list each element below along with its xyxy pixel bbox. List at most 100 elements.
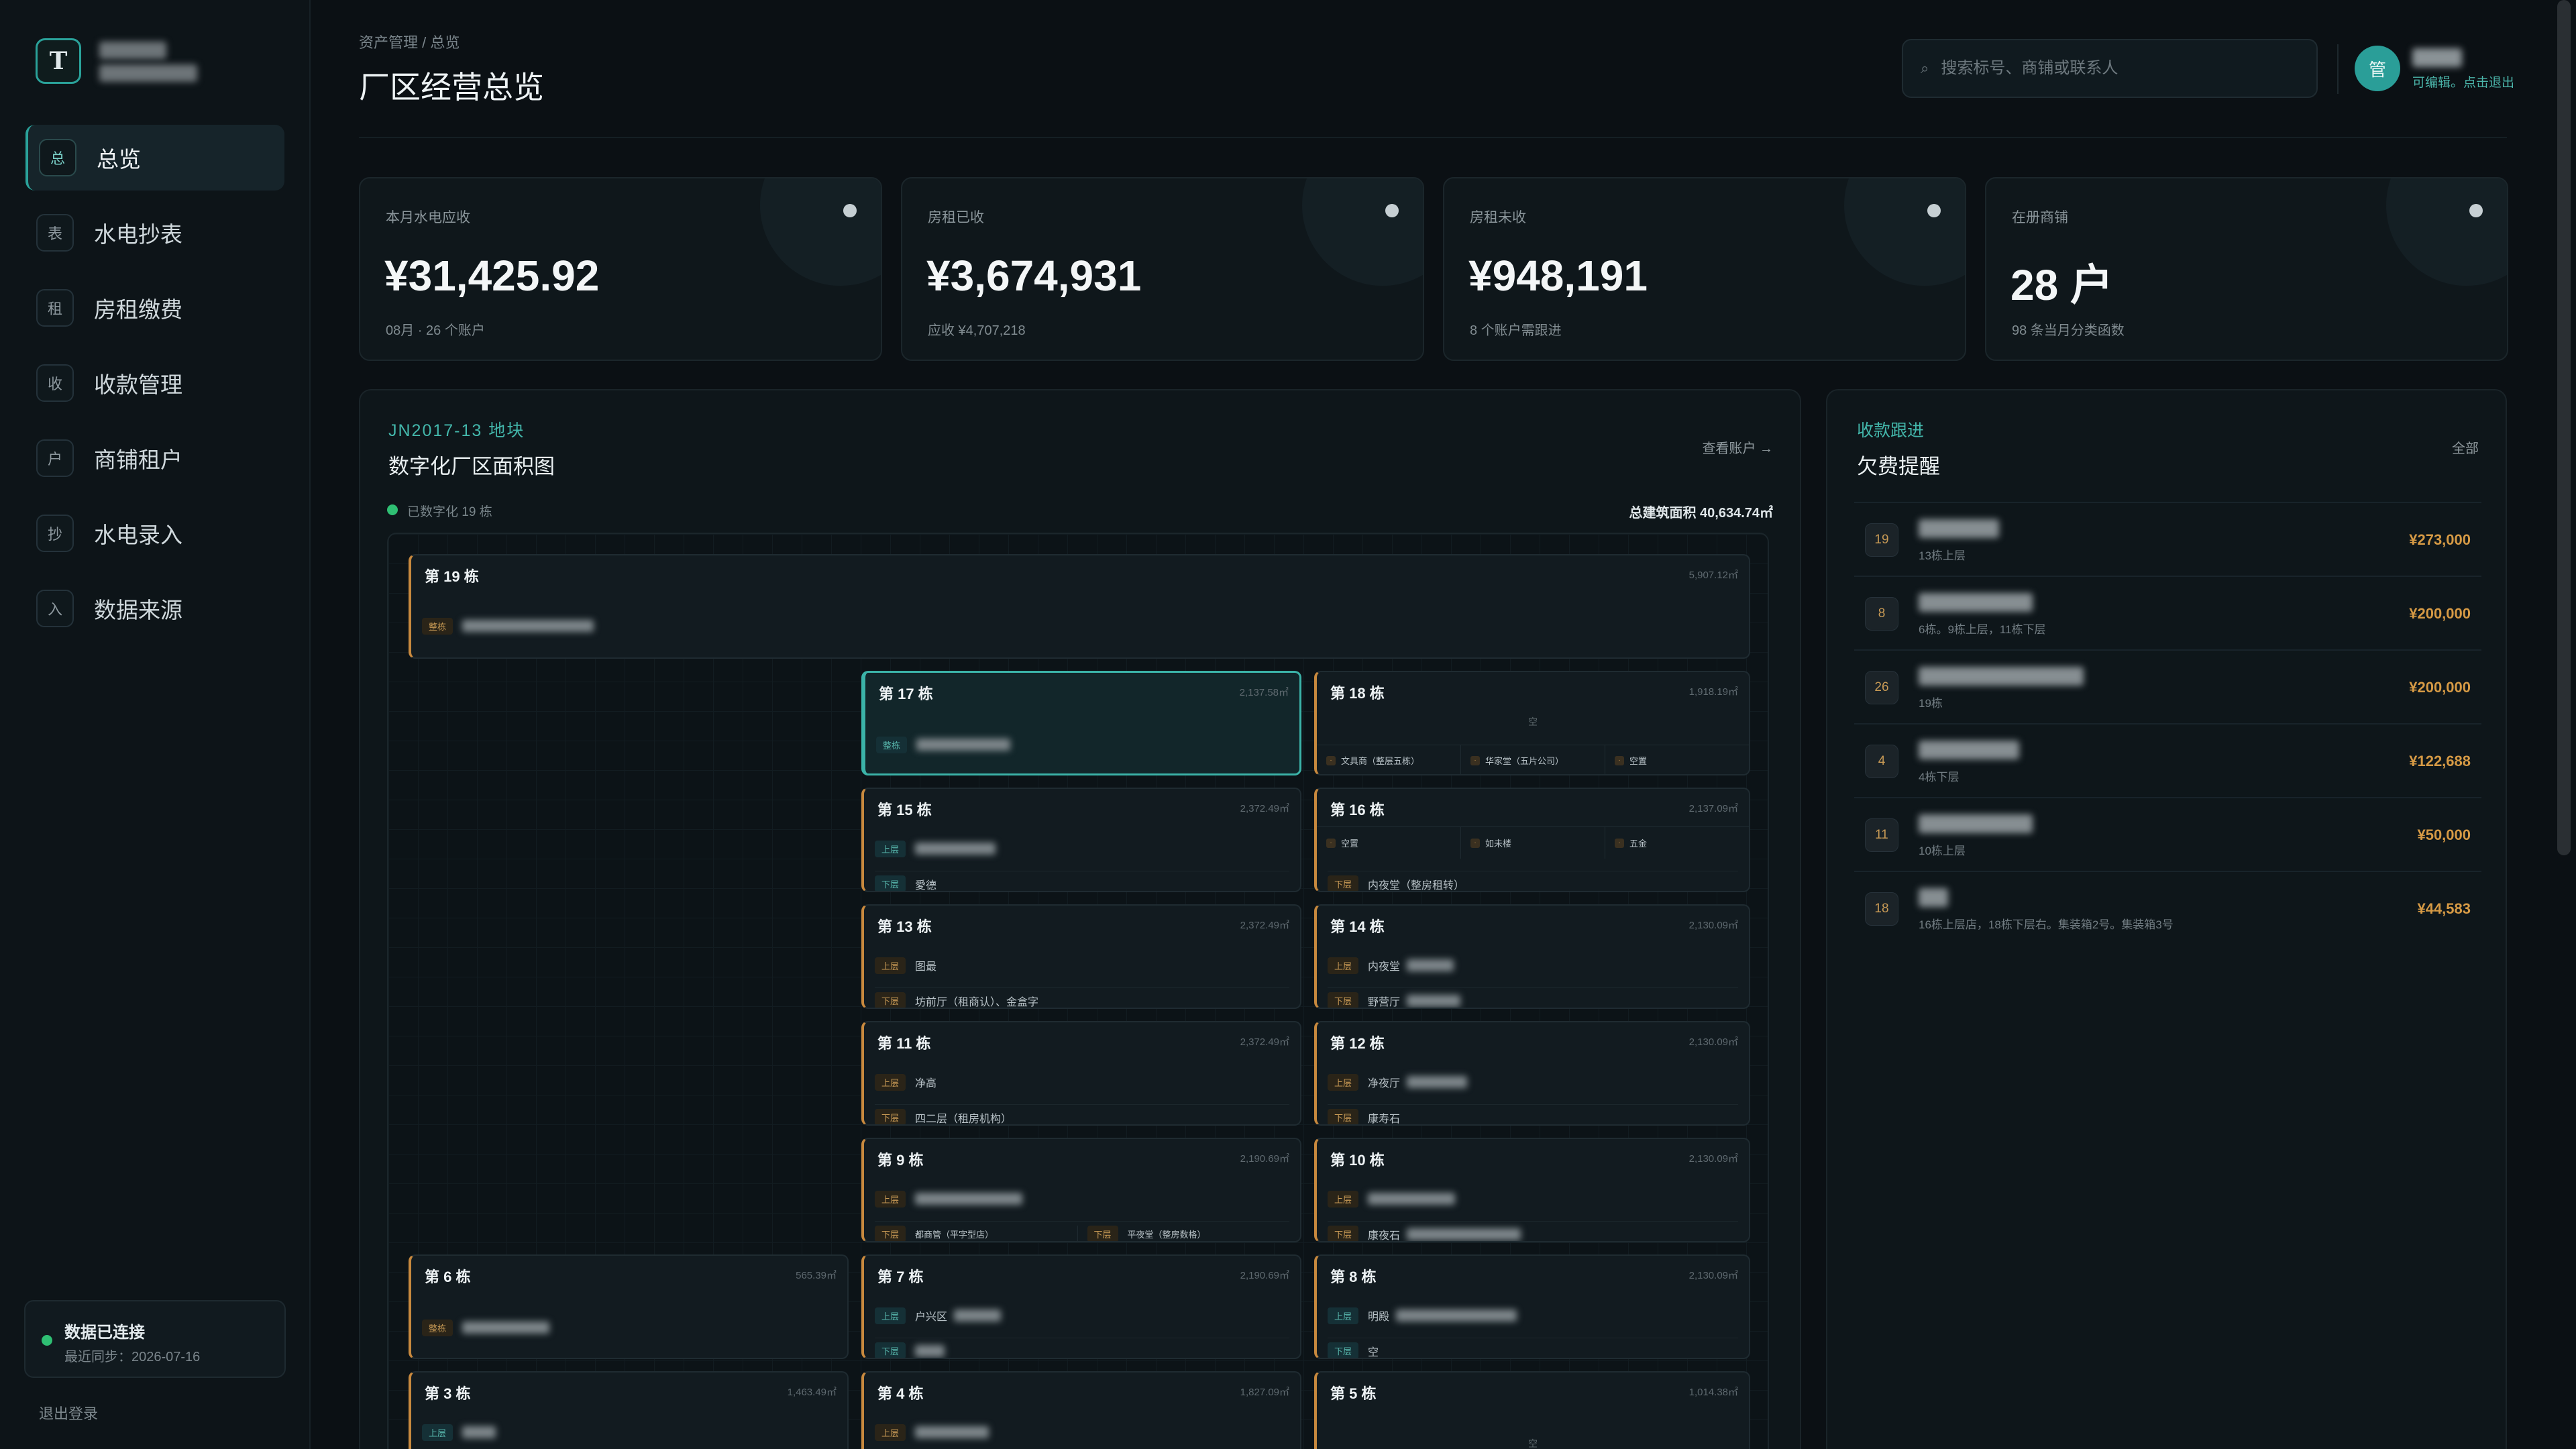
- building-10[interactable]: 第 10 栋 2,130.09㎡ 上层 下层 康夜石: [1314, 1138, 1750, 1242]
- arrears-amount: ¥273,000: [2409, 531, 2471, 548]
- tag-upper: 上层: [1328, 957, 1359, 974]
- arrears-amount: ¥200,000: [2409, 605, 2471, 622]
- tenant-redacted: [462, 1322, 550, 1334]
- arrears-item[interactable]: 8 6栋。9栋上层，11栋下层 ¥200,000: [1854, 576, 2481, 649]
- unit-marker-icon: ·: [1470, 755, 1480, 765]
- building-6[interactable]: 第 6 栋 565.39㎡ 整栋: [409, 1254, 849, 1359]
- building-area: 5,907.12㎡: [1688, 570, 1738, 581]
- tenant-redacted: [1919, 519, 1999, 538]
- building-name: 第 14 栋: [1330, 918, 1385, 935]
- shop-number-badge: 26: [1865, 671, 1898, 704]
- sidebar-item-utility-entry[interactable]: 抄 水电录入: [25, 500, 284, 566]
- tenant-redacted: [1407, 994, 1461, 1007]
- header-divider: [2337, 44, 2339, 94]
- unit-cell: · 空置: [1605, 745, 1749, 774]
- kpi-card-shops: 在册商铺 28 户 98 条当月分类函数: [1985, 177, 2508, 361]
- tag-lower: 下层: [1328, 1109, 1359, 1124]
- search-icon: ⌕: [1921, 60, 1929, 76]
- building-area: 2,130.09㎡: [1688, 1270, 1738, 1281]
- unit-cell: · 如未楼: [1461, 827, 1605, 859]
- arrears-desc: 4栋下层: [1919, 771, 1960, 784]
- building-name: 第 4 栋: [877, 1385, 924, 1402]
- sidebar-item-data-source[interactable]: 入 数据来源: [25, 576, 284, 641]
- sidebar-item-meter-reading[interactable]: 表 水电抄表: [25, 200, 284, 266]
- logout-link[interactable]: 退出登录: [39, 1402, 98, 1424]
- building-7[interactable]: 第 7 栋 2,190.69㎡ 上层 户兴区 下层: [861, 1254, 1301, 1359]
- building-row-lower: 下层: [875, 1338, 1289, 1358]
- building-name: 第 9 栋: [877, 1152, 924, 1169]
- arrears-item[interactable]: 18 16栋上层店，18栋下层右。集装箱2号。集装箱3号 ¥44,583: [1854, 871, 2481, 945]
- building-row-lower: 下层 都商管（平字型店） 下层 平夜堂（整房数格）: [875, 1221, 1289, 1241]
- tag-lower: 下层: [875, 992, 906, 1008]
- building-row-upper: 上层 图最: [875, 953, 1289, 978]
- sidebar-item-tenants[interactable]: 户 商铺租户: [25, 425, 284, 491]
- view-accounts-link[interactable]: 查看账户 →: [1702, 437, 1773, 457]
- shop-number-badge: 11: [1865, 818, 1898, 852]
- tenant-name: 户兴区: [915, 1311, 948, 1323]
- building-5[interactable]: 第 5 栋 1,014.38㎡ 空: [1314, 1371, 1750, 1449]
- arrears-desc: 13栋上层: [1919, 549, 1966, 562]
- avatar[interactable]: 管: [2355, 46, 2400, 91]
- arrears-item[interactable]: 26 19栋 ¥200,000: [1854, 649, 2481, 723]
- building-14[interactable]: 第 14 栋 2,130.09㎡ 上层 内夜堂 下层 野营厅: [1314, 904, 1750, 1009]
- building-18[interactable]: 第 18 栋 1,918.19㎡ 空 · 文具商（整层五栋） · 华家堂（五片公司）…: [1314, 671, 1750, 775]
- building-row-lower: 下层 康寿石: [1328, 1104, 1738, 1125]
- tenant-name: 空: [1368, 1346, 1379, 1358]
- tag-whole: 整栋: [422, 617, 453, 635]
- user-hint[interactable]: 可编辑。点击退出: [2412, 72, 2514, 91]
- arrears-item[interactable]: 4 4栋下层 ¥122,688: [1854, 723, 2481, 797]
- search-box[interactable]: ⌕: [1902, 39, 2318, 98]
- tag-upper: 上层: [875, 1424, 906, 1441]
- sidebar-item-collection[interactable]: 收 收款管理: [25, 350, 284, 416]
- connection-status: 数据已连接 最近同步：2026-07-16: [24, 1300, 286, 1378]
- building-area: 1,463.49㎡: [787, 1387, 837, 1398]
- overview-icon: 总: [39, 139, 76, 176]
- building-8[interactable]: 第 8 栋 2,130.09㎡ 上层 明殿 下层 空: [1314, 1254, 1750, 1359]
- kpi-value: 28 户: [2010, 261, 2113, 309]
- status-sync-time: 最近同步：2026-07-16: [64, 1350, 201, 1364]
- building-12[interactable]: 第 12 栋 2,130.09㎡ 上层 净夜厅 下层 康寿石: [1314, 1021, 1750, 1126]
- sidebar-item-label: 水电录入: [94, 523, 182, 547]
- header-divider-line: [359, 137, 2507, 138]
- dot-icon: [1385, 204, 1399, 217]
- tenant-redacted: [1407, 959, 1454, 971]
- sidebar-item-rent[interactable]: 租 房租缴费: [25, 275, 284, 341]
- building-19[interactable]: 第 19 栋 5,907.12㎡ 整栋: [409, 554, 1750, 659]
- decor-ring: [1844, 178, 1965, 286]
- sidebar-item-label: 数据来源: [94, 598, 182, 623]
- sidebar: T 总 总览 表 水电抄表 租 房租缴费 收 收款管理 户 商铺租户 抄 水电录…: [0, 0, 311, 1449]
- arrears-desc: 10栋上层: [1919, 845, 1966, 857]
- tenant-redacted: [1368, 1193, 1456, 1205]
- page-scrollbar[interactable]: [2557, 0, 2571, 855]
- sidebar-item-overview[interactable]: 总 总览: [25, 125, 284, 191]
- arrears-item[interactable]: 11 10栋上层 ¥50,000: [1854, 797, 2481, 871]
- arrears-item[interactable]: 19 13栋上层 ¥273,000: [1854, 502, 2481, 576]
- building-13[interactable]: 第 13 栋 2,372.49㎡ 上层 图最 下层 坊前厅（租商认）、金盒字: [861, 904, 1301, 1009]
- search-input[interactable]: [1941, 59, 2304, 78]
- tag-lower: 下层: [1328, 875, 1359, 891]
- building-4[interactable]: 第 4 栋 1,827.09㎡ 上层: [861, 1371, 1301, 1449]
- building-area: 1,827.09㎡: [1240, 1387, 1289, 1398]
- kpi-value: ¥3,674,931: [926, 252, 1142, 300]
- empty-mark: 空: [1528, 716, 1538, 727]
- building-area: 1,014.38㎡: [1688, 1387, 1738, 1398]
- tag-lower: 下层: [875, 1342, 906, 1358]
- tenant-name: 平夜堂（整房数格）: [1127, 1230, 1206, 1240]
- tag-whole: 整栋: [422, 1319, 453, 1336]
- building-row-upper: 上层 净夜厅: [1328, 1069, 1738, 1095]
- building-11[interactable]: 第 11 栋 2,372.49㎡ 上层 净高 下层 四二层（租房机构）: [861, 1021, 1301, 1126]
- building-name: 第 16 栋: [1330, 802, 1385, 818]
- building-row-upper: 上层 明殿: [1328, 1303, 1738, 1328]
- kpi-value: ¥31,425.92: [384, 252, 600, 300]
- building-16[interactable]: 第 16 栋 2,137.09㎡ · 空置 · 如未楼 · 五金 下层 内夜堂（整房租…: [1314, 788, 1750, 892]
- tenant-name: 内夜堂（整房租转）: [1368, 879, 1465, 892]
- building-17[interactable]: 第 17 栋 2,137.58㎡ 整栋: [861, 671, 1301, 775]
- building-15[interactable]: 第 15 栋 2,372.49㎡ 上层 下层 愛德: [861, 788, 1301, 892]
- tenant-redacted: [462, 1426, 496, 1438]
- tenant-name: 康寿石: [1368, 1113, 1401, 1125]
- unit-marker-icon: ·: [1470, 838, 1480, 848]
- view-all-link[interactable]: 全部: [2452, 437, 2479, 457]
- building-9[interactable]: 第 9 栋 2,190.69㎡ 上层 下层 都商管（平字型店） 下层 平夜堂（整…: [861, 1138, 1301, 1242]
- building-3[interactable]: 第 3 栋 1,463.49㎡ 上层: [409, 1371, 849, 1449]
- kpi-sub: 应收 ¥4,707,218: [928, 323, 1026, 338]
